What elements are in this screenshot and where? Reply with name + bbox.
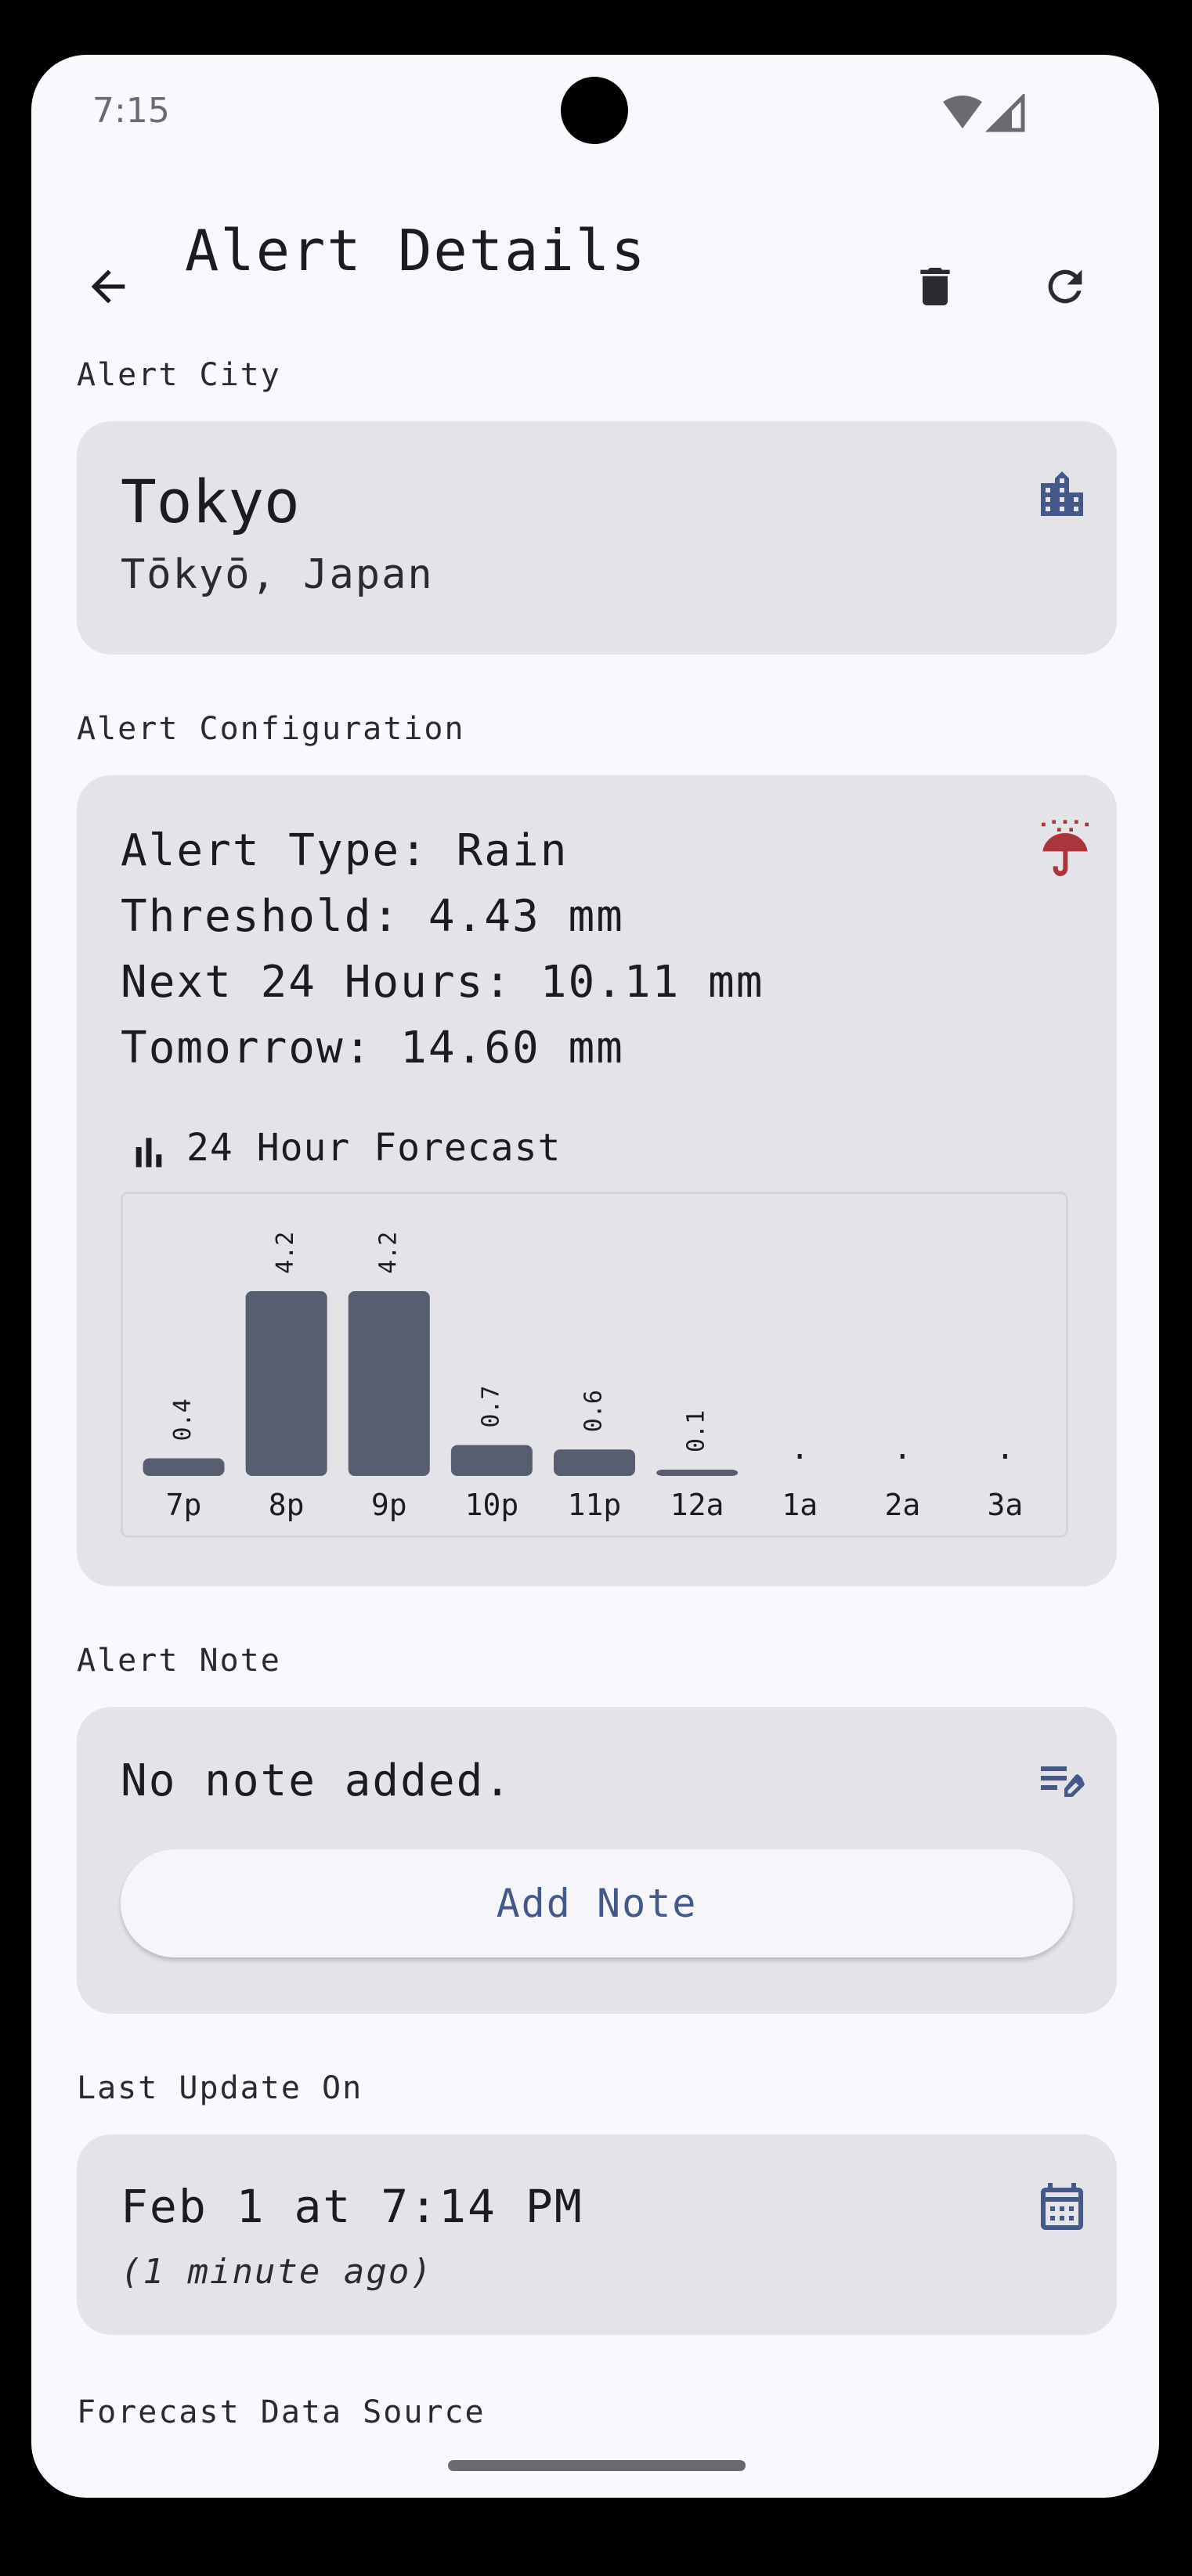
chart-value-label-9p: 4.2 [374,1232,402,1274]
chart-category-label-7p: 7p [166,1488,202,1522]
delete-button[interactable] [904,255,966,318]
chart-value-label-12a: 0.1 [683,1410,710,1452]
city-card: Tokyo Tōkyō, Japan [77,421,1117,655]
note-text: No note added. [121,1755,513,1806]
chart-category-label-12a: 12a [670,1488,724,1522]
chart-value-label-8p: 4.2 [272,1232,299,1274]
chart-value-label-2a: . [893,1431,912,1467]
refresh-icon [1048,269,1082,304]
chart-value-label-1a: . [790,1431,809,1467]
chart-bar-12a [656,1470,739,1476]
back-button[interactable] [77,255,139,318]
alert-type: Alert Type: Rain [121,825,569,876]
camera-cutout [561,77,628,144]
chart-category-label-8p: 8p [269,1488,305,1522]
wifi-icon [943,96,982,128]
bar-chart-icon [135,1138,162,1167]
chart-bar-8p [245,1291,327,1476]
building-icon [1041,471,1083,516]
chart-category-label-9p: 9p [371,1488,407,1522]
phone-screen: 7:15 Alert Details Alert City Tokyo Tōky… [31,55,1159,2498]
chart-value-label-7p: 0.4 [169,1398,197,1441]
edit-note-icon[interactable] [1034,1752,1090,1809]
section-label-configuration: Alert Configuration [77,711,465,747]
note-card: No note added. Add Note [77,1707,1117,2014]
calendar-icon [1041,2183,1083,2230]
chart-category-label-3a: 3a [988,1488,1024,1522]
status-time: 7:15 [92,91,170,131]
section-label-note: Alert Note [77,1643,281,1679]
chart-bar-7p [143,1458,225,1476]
chart-value-label-11p: 0.6 [580,1390,608,1432]
update-date: Feb 1 at 7:14 PM [121,2180,583,2233]
forecast-chart-svg: 0.4 7p 4.2 8p 4.2 9p 0.7 10p 0.6 11p 0.1 12a. 1a. 2a.… [143,1232,1024,1522]
section-label-last-update: Last Update On [77,2070,363,2106]
chart-category-label-1a: 1a [782,1488,818,1522]
tomorrow: Tomorrow: 14.60 mm [121,1023,624,1073]
city-region: Tōkyō, Japan [121,551,434,598]
chart-title: 24 Hour Forecast [186,1126,562,1170]
trash-icon [920,268,950,305]
add-note-button[interactable]: Add Note [121,1849,1073,1957]
configuration-card: Alert Type: Rain Threshold: 4.43 mm Next… [77,775,1117,1586]
next-24-hours: Next 24 Hours: 10.11 mm [121,957,764,1008]
chart-category-label-2a: 2a [884,1488,920,1522]
umbrella-rain-icon [1042,820,1089,876]
city-name: Tokyo [121,467,300,536]
refresh-button[interactable] [1034,255,1096,318]
chart-category-label-10p: 10p [465,1488,519,1522]
threshold: Threshold: 4.43 mm [121,891,624,942]
update-relative-time: (1 minute ago) [121,2252,433,2292]
chart-bar-11p [554,1449,635,1476]
chart-category-label-11p: 11p [568,1488,622,1522]
chart-value-label-10p: 0.7 [477,1385,504,1427]
chart-bar-10p [450,1445,533,1476]
page-title: Alert Details [185,218,647,283]
section-label-data-source: Forecast Data Source [77,2394,486,2430]
section-label-city: Alert City [77,357,281,393]
arrow-back-icon [91,269,125,304]
chart-bar-9p [348,1291,430,1476]
forecast-chart: 0.4 7p 4.2 8p 4.2 9p 0.7 10p 0.6 11p 0.1 12a. 1a. 2a.… [121,1192,1068,1538]
last-update-card: Feb 1 at 7:14 PM (1 minute ago) [77,2134,1117,2335]
status-icons [943,94,1025,132]
chart-value-label-3a: . [995,1431,1014,1467]
home-indicator[interactable] [448,2460,746,2471]
